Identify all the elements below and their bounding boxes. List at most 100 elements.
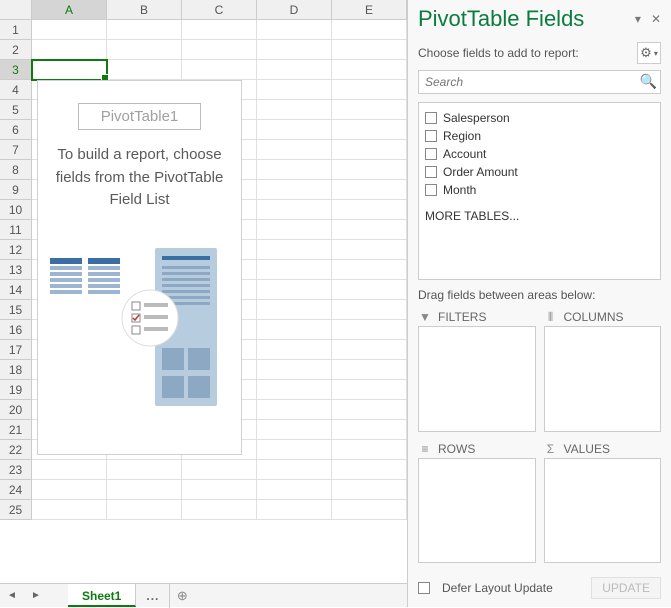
cell[interactable] [257,380,332,400]
cell[interactable] [332,500,407,520]
search-icon[interactable]: 🔍 [640,73,657,90]
checkbox-icon[interactable] [425,148,437,160]
cell[interactable] [332,440,407,460]
cell[interactable] [332,60,407,80]
col-header-B[interactable]: B [107,0,182,19]
cell[interactable] [332,340,407,360]
pane-close-icon[interactable]: ✕ [651,12,661,26]
cell[interactable] [107,460,182,480]
cell[interactable] [257,300,332,320]
checkbox-icon[interactable] [425,112,437,124]
cell[interactable] [107,500,182,520]
tab-more[interactable]: ... [136,584,170,608]
field-month[interactable]: Month [425,181,654,199]
checkbox-icon[interactable] [425,166,437,178]
row-header[interactable]: 25 [0,500,32,520]
row-header[interactable]: 2 [0,40,32,60]
checkbox-icon[interactable] [425,184,437,196]
search-input[interactable] [418,70,661,94]
spreadsheet-grid[interactable]: A B C D E 123456789101112131415161718192… [0,0,408,607]
row-header[interactable]: 15 [0,300,32,320]
cell[interactable] [257,140,332,160]
cell[interactable] [107,40,182,60]
defer-layout-row[interactable]: Defer Layout Update [418,581,591,595]
field-salesperson[interactable]: Salesperson [425,109,654,127]
cell[interactable] [182,20,257,40]
cell[interactable] [332,460,407,480]
cell[interactable] [332,140,407,160]
row-header[interactable]: 14 [0,280,32,300]
cell[interactable] [257,420,332,440]
cell[interactable] [332,240,407,260]
row-header[interactable]: 9 [0,180,32,200]
cell[interactable] [257,220,332,240]
cell[interactable] [257,100,332,120]
cell[interactable] [257,360,332,380]
cell[interactable] [257,60,332,80]
checkbox-icon[interactable] [425,130,437,142]
row-header[interactable]: 17 [0,340,32,360]
area-filters-dropzone[interactable] [418,326,536,432]
update-button[interactable]: UPDATE [591,577,661,599]
row-header[interactable]: 8 [0,160,32,180]
field-order-amount[interactable]: Order Amount [425,163,654,181]
cell[interactable] [332,220,407,240]
col-header-C[interactable]: C [182,0,257,19]
cell[interactable] [332,420,407,440]
row-header[interactable]: 13 [0,260,32,280]
row-header[interactable]: 1 [0,20,32,40]
col-header-E[interactable]: E [332,0,407,19]
cell[interactable] [257,320,332,340]
row-header[interactable]: 22 [0,440,32,460]
row-header[interactable]: 5 [0,100,32,120]
row-header[interactable]: 20 [0,400,32,420]
area-rows-dropzone[interactable] [418,458,536,564]
cell[interactable] [332,300,407,320]
cell[interactable] [257,480,332,500]
cell[interactable] [332,480,407,500]
cell[interactable] [32,460,107,480]
field-region[interactable]: Region [425,127,654,145]
cell[interactable] [332,160,407,180]
row-header[interactable]: 21 [0,420,32,440]
cell[interactable] [32,40,107,60]
cell[interactable] [332,180,407,200]
row-header[interactable]: 18 [0,360,32,380]
col-header-A[interactable]: A [32,0,107,19]
row-header[interactable]: 11 [0,220,32,240]
row-header[interactable]: 6 [0,120,32,140]
cell[interactable] [257,460,332,480]
row-header[interactable]: 10 [0,200,32,220]
pivottable-placeholder[interactable]: PivotTable1 To build a report, choose fi… [37,80,242,455]
row-header[interactable]: 19 [0,380,32,400]
row-header[interactable]: 23 [0,460,32,480]
row-header[interactable]: 16 [0,320,32,340]
cell[interactable] [182,500,257,520]
cell[interactable] [182,40,257,60]
cell[interactable] [257,120,332,140]
cell[interactable] [332,200,407,220]
cell[interactable] [107,20,182,40]
cell[interactable] [332,360,407,380]
row-header[interactable]: 7 [0,140,32,160]
select-all-corner[interactable] [0,0,32,19]
area-columns-dropzone[interactable] [544,326,662,432]
cell[interactable] [332,20,407,40]
tab-nav-prev[interactable]: ◄ [0,590,24,601]
cell[interactable] [257,440,332,460]
cell[interactable] [332,100,407,120]
row-header[interactable]: 3 [0,60,32,80]
pane-dropdown-icon[interactable]: ▾ [635,12,641,26]
cell[interactable] [332,280,407,300]
cell[interactable] [32,480,107,500]
field-list-options-button[interactable]: ⚙▾ [637,42,661,64]
row-header[interactable]: 24 [0,480,32,500]
col-header-D[interactable]: D [257,0,332,19]
cell[interactable] [332,400,407,420]
cell[interactable] [257,160,332,180]
tab-nav-next[interactable]: ► [24,590,48,601]
cell[interactable] [332,260,407,280]
cell[interactable] [32,20,107,40]
area-values-dropzone[interactable] [544,458,662,564]
cell[interactable] [32,500,107,520]
